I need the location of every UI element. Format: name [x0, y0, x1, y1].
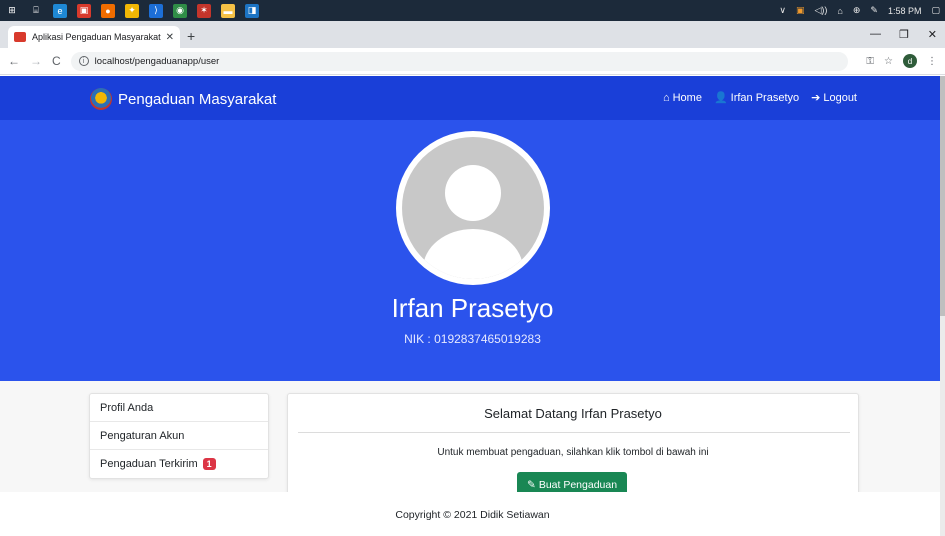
- site-navbar: Pengaduan Masyarakat ⌂ Home 👤 Irfan Praset…: [0, 76, 945, 120]
- store-icon[interactable]: ▣: [77, 3, 91, 18]
- taskbar-apps: ⊞ ⌸ e ▣ ● ✦ ⟩ ◉ ✶ ▬ ◨: [0, 0, 264, 21]
- clock[interactable]: 1:58 PM: [888, 6, 922, 16]
- brand[interactable]: Pengaduan Masyarakat: [90, 88, 276, 110]
- brand-logo-icon: [90, 88, 112, 110]
- close-tab-icon[interactable]: ✕: [166, 32, 174, 43]
- forward-icon[interactable]: →: [30, 54, 42, 68]
- logout-icon: ➔: [811, 92, 821, 104]
- button-label: Buat Pengaduan: [538, 478, 618, 491]
- language-icon[interactable]: ⊕: [853, 5, 861, 16]
- tab-title: Aplikasi Pengaduan Masyarakat: [32, 32, 161, 42]
- sidebar-item-profil[interactable]: Profil Anda: [90, 394, 268, 422]
- minimize-icon[interactable]: —: [870, 28, 881, 40]
- favicon-icon: [14, 32, 26, 42]
- windows-start-icon[interactable]: ⊞: [5, 3, 19, 18]
- copyright-text: Copyright © 2021 Didik Setiawan: [395, 509, 550, 521]
- sidebar-item-label: Profil Anda: [100, 401, 154, 414]
- profile-name: Irfan Prasetyo: [391, 293, 554, 323]
- notification-icon[interactable]: ▢: [931, 5, 940, 16]
- app-icon-blue[interactable]: ◨: [245, 3, 259, 18]
- chevron-up-icon[interactable]: ∨: [779, 5, 786, 16]
- card-title: Selamat Datang Irfan Prasetyo: [484, 406, 662, 421]
- windows-taskbar: ⊞ ⌸ e ▣ ● ✦ ⟩ ◉ ✶ ▬ ◨ ∨ ▣ ◁)) ⌂ ⊕ ✎ 1:58 PM ▢: [0, 0, 945, 21]
- nav-logout-label: Logout: [823, 91, 857, 104]
- profile-nik: NIK : 0192837465019283: [404, 332, 541, 346]
- app-icon-red[interactable]: ✶: [197, 3, 211, 18]
- profile-hero: Irfan Prasetyo NIK : 0192837465019283: [0, 120, 945, 381]
- user-icon: 👤: [713, 92, 728, 104]
- chrome-icon[interactable]: ◉: [173, 3, 187, 18]
- edge-icon[interactable]: e: [53, 3, 67, 18]
- nav-logout-link[interactable]: ➔ Logout: [811, 91, 857, 105]
- home-icon: ⌂: [662, 91, 670, 104]
- browser-toolbar: ← → C i localhost/pengaduanapp/user ⚿ ☆ …: [0, 48, 945, 75]
- nav-home-link[interactable]: ⌂ Home: [663, 91, 702, 104]
- window-close-icon[interactable]: ✕: [928, 28, 937, 41]
- sidebar-item-label: Pengaduan Terkirim: [100, 458, 198, 470]
- count-badge: 1: [202, 458, 216, 470]
- nav-user-label: Irfan Prasetyo: [730, 91, 800, 104]
- web-page: Pengaduan Masyarakat ⌂ Home 👤 Irfan Praset…: [0, 76, 945, 536]
- vscode-icon[interactable]: ⟩: [149, 3, 163, 18]
- key-icon[interactable]: ⚿: [866, 56, 874, 67]
- info-icon[interactable]: i: [78, 56, 89, 66]
- avatar: [396, 131, 550, 285]
- pen-icon[interactable]: ✎: [870, 5, 878, 16]
- star-icon[interactable]: ☆: [884, 56, 893, 67]
- volume-icon[interactable]: ◁)): [815, 5, 828, 16]
- sidebar-item-label: Pengaturan Akun: [100, 429, 185, 442]
- restore-icon[interactable]: ❐: [899, 28, 909, 41]
- avatar-placeholder-icon: [402, 137, 544, 279]
- page-scrollbar-thumb[interactable]: [940, 76, 945, 316]
- back-icon[interactable]: ←: [8, 54, 20, 68]
- nav-home-label: Home: [672, 91, 702, 104]
- tray-app-icon[interactable]: ▣: [796, 5, 805, 16]
- menu-icon[interactable]: ⋮: [927, 56, 937, 67]
- new-tab-icon[interactable]: +: [187, 28, 195, 44]
- toolbar-actions: ⚿ ☆ d ⋮: [856, 54, 937, 68]
- card-text: Untuk membuat pengaduan, silahkan klik t…: [437, 447, 709, 458]
- sidebar-menu: Profil Anda Pengaturan Akun Pengaduan Te…: [89, 393, 269, 479]
- sidebar-item-pengaduan[interactable]: Pengaduan Terkirim 1: [90, 450, 268, 478]
- divider: [298, 432, 850, 433]
- nav-links: ⌂ Home 👤 Irfan Prasetyo ➔ Logout: [651, 91, 857, 105]
- app-icon-orange[interactable]: ●: [101, 3, 115, 18]
- address-bar[interactable]: i localhost/pengaduanapp/user: [70, 51, 849, 71]
- footer: Copyright © 2021 Didik Setiawan: [0, 492, 945, 536]
- app-icon-yellow[interactable]: ✦: [125, 3, 139, 18]
- browser-tab[interactable]: Aplikasi Pengaduan Masyarakat ✕: [8, 26, 180, 48]
- url-text[interactable]: localhost/pengaduanapp/user: [95, 56, 220, 67]
- profile-avatar[interactable]: d: [903, 54, 917, 68]
- reload-icon[interactable]: C: [52, 54, 61, 68]
- pencil-icon: ✎: [527, 478, 536, 491]
- nav-user-link[interactable]: 👤 Irfan Prasetyo: [713, 91, 800, 105]
- brand-name: Pengaduan Masyarakat: [118, 90, 277, 108]
- network-icon[interactable]: ⌂: [837, 6, 842, 16]
- browser-tab-strip: Aplikasi Pengaduan Masyarakat ✕ + — ❐ ✕: [0, 21, 945, 48]
- explorer-icon[interactable]: ▬: [221, 3, 235, 18]
- system-tray: ∨ ▣ ◁)) ⌂ ⊕ ✎ 1:58 PM ▢: [774, 0, 945, 21]
- task-view-icon[interactable]: ⌸: [29, 3, 43, 18]
- sidebar-item-pengaturan[interactable]: Pengaturan Akun: [90, 422, 268, 450]
